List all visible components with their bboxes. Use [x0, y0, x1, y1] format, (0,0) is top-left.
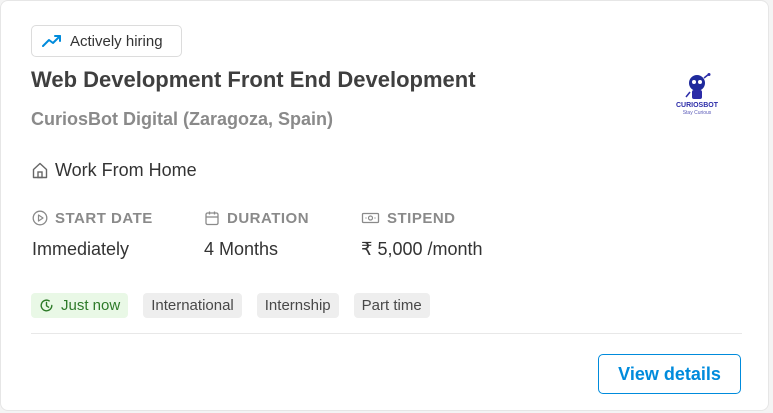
- home-icon: [32, 162, 48, 179]
- stipend-value: ₹ 5,000 /month: [361, 239, 483, 259]
- start-date-value: Immediately: [32, 239, 130, 259]
- tag-list: Just now International Internship Part t…: [31, 293, 430, 318]
- play-circle-icon: [32, 210, 48, 226]
- logo-tagline: Stay Curious: [682, 110, 712, 116]
- duration-label: DURATION: [227, 209, 310, 227]
- clock-refresh-icon: [40, 299, 53, 312]
- tag-part-time: Part time: [353, 293, 430, 318]
- tag-internship: Internship: [256, 293, 339, 318]
- calendar-icon: [205, 211, 219, 226]
- start-date-label: START DATE: [55, 209, 153, 227]
- location-text: Work From Home: [55, 160, 197, 180]
- start-date-section: START DATE Immediately: [32, 208, 153, 260]
- company-logo[interactable]: CURIOSBOT Stay Curious: [672, 73, 722, 119]
- actively-hiring-badge: Actively hiring: [31, 25, 182, 57]
- tag-international: International: [143, 293, 242, 318]
- duration-section: DURATION 4 Months: [204, 208, 309, 260]
- money-icon: [361, 212, 380, 224]
- trending-up-icon: [42, 35, 61, 47]
- logo-wordmark: CURIOSBOT: [676, 102, 718, 109]
- posted-time-tag: Just now: [31, 293, 129, 318]
- job-title[interactable]: Web Development Front End Development: [31, 67, 476, 93]
- divider: [31, 333, 742, 334]
- stipend-label: STIPEND: [387, 209, 456, 227]
- company-name[interactable]: CuriosBot Digital (Zaragoza, Spain): [31, 109, 333, 130]
- badge-label: Actively hiring: [70, 32, 163, 50]
- duration-value: 4 Months: [204, 239, 279, 259]
- robot-mascot-icon: [685, 73, 711, 99]
- location: Work From Home: [32, 160, 197, 181]
- posted-time-text: Just now: [61, 297, 121, 314]
- internship-card: Actively hiring Web Development Front En…: [0, 0, 769, 411]
- stipend-section: STIPEND ₹ 5,000 /month: [361, 208, 483, 260]
- view-details-button[interactable]: View details: [598, 354, 741, 394]
